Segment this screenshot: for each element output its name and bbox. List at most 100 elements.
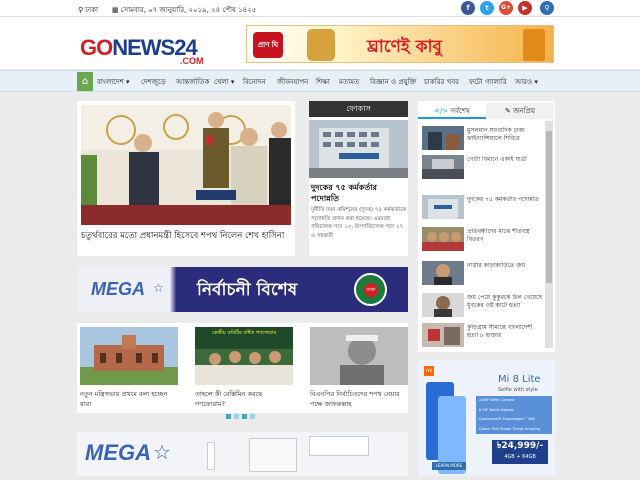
header-advertisement[interactable]: প্রাণ ঘি ঘ্রাণেই কাবু [246, 25, 554, 63]
sidebar-news-title[interactable]: দুদকের ৭৫ কর্মকর্তার পদোন্নতি [467, 196, 543, 218]
nav-item-sports[interactable]: খেলা ▾ [214, 76, 234, 88]
focus-story-summary: দুর্নীতি দমন কমিশনের (দুদক) ৭৫ কর্মকর্তা… [311, 207, 407, 239]
sidebar-news-item[interactable]: প্রতিবন্ধীদের মাঝে শীতবস্ত্র বিতরণ [422, 227, 542, 251]
top-bar: ⚲ ঢাকা ▦ সোমবার, ০৭ জানুয়ারি, ২০১৯, ২৪ পৌ… [0, 0, 640, 17]
news-thumbnail [422, 195, 464, 219]
small-news-image[interactable] [80, 327, 178, 385]
poster-text: কেন্দ্রীয় কমিটির বর্ধিত গণফোরাম [211, 330, 277, 336]
main-nav: ⌂ বাংলাদেশ ▾ দেশজুড়ে আন্তর্জাতিক খেলা ▾… [0, 70, 640, 92]
facebook-icon[interactable]: f [461, 1, 475, 15]
ad-learn-more-button[interactable]: LEARN MORE [432, 462, 466, 470]
election-special-banner[interactable]: MEGA ☆ নির্বাচনী বিশেষ ঢাকা [77, 267, 408, 312]
small-news-image[interactable] [310, 327, 408, 385]
phone-image [426, 382, 466, 474]
twitter-icon[interactable]: t [480, 1, 494, 15]
nav-item-country[interactable]: দেশজুড়ে [141, 76, 166, 88]
small-news-image[interactable]: কেন্দ্রীয় কমিটির বর্ধিত গণফোরাম [195, 327, 293, 385]
news-thumbnail [422, 261, 464, 285]
sidebar-news-title[interactable]: নাস্তার কাড়াকাড়িতে জয় [467, 262, 543, 284]
lead-story-image[interactable] [81, 105, 291, 225]
small-news-row: নতুন মন্ত্রিসভায় প্রথমে বলা হচ্ছেন যারা… [77, 323, 408, 413]
edit-icon: ✎ [505, 107, 511, 115]
focus-story-headline[interactable]: দুদকের ৭৫ কর্মকর্তার পদোন্নতি [311, 182, 407, 204]
focus-story[interactable]: দুদকের ৭৫ কর্মকর্তার পদোন্নতি দুর্নীতি দ… [309, 117, 408, 256]
ad-variant: 4GB + 64GB [504, 454, 536, 460]
ad-product-image [307, 29, 335, 61]
mega-brand: MEGA [91, 279, 145, 299]
lead-story-headline[interactable]: চতুর্থবারের মতো প্রধানমন্ত্রী হিসেবে শপথ… [81, 230, 291, 243]
logo-com: .COM [180, 56, 204, 66]
carousel-dot[interactable] [242, 414, 247, 419]
sidebar-news-item[interactable]: দুদকের ৭৫ কর্মকর্তার পদোন্নতি [422, 195, 542, 219]
sidebar-news-item[interactable]: কুড়িগ্রাম সীমান্তে বাংলাদেশী হত্যা ৮ হা… [422, 323, 542, 347]
nav-item-lifestyle[interactable]: জীবনযাপন [277, 76, 308, 88]
sidebar-news-title[interactable]: প্রতিবন্ধীদের মাঝে শীতবস্ত্র বিতরণ [467, 228, 543, 250]
location-text: ঢাকা [85, 6, 99, 14]
oath-ceremony-photo [81, 105, 291, 225]
carousel-dot[interactable] [226, 414, 231, 419]
news-thumbnail [422, 155, 464, 179]
sidebar-news-item[interactable]: নাস্তার কাড়াকাড়িতে জয় [422, 261, 542, 285]
ad-price: ৳24,999/- [496, 441, 544, 451]
sidebar-news-item[interactable]: জয় পেয়ে কুকুরকে চিল খেয়েছে যুবকের ওষ্… [422, 293, 542, 317]
small-news-title[interactable]: বিএনপির নির্বাচিতদের শপথ নেয়ার পক্ষে জা… [310, 389, 408, 409]
tab-popular-label: জনপ্রিয় [513, 107, 535, 115]
home-icon[interactable]: ⌂ [77, 72, 93, 91]
youtube-icon[interactable]: ▶ [518, 1, 532, 15]
sidebar-news-title[interactable]: জয় পেয়ে কুকুরকে চিল খেয়েছে যুবকের ওষ্… [467, 294, 543, 316]
sidebar-news-item[interactable]: গোটা বিমানে একাই যাত্রী [422, 155, 542, 179]
nav-item-education[interactable]: শিক্ষা [316, 76, 330, 88]
sidebar-news-title[interactable]: কুড়িগ্রাম সীমান্তে বাংলাদেশী হত্যা ৮ হা… [467, 324, 543, 346]
small-news-card[interactable]: বিএনপির নির্বাচিতদের শপথ নেয়ার পক্ষে জা… [310, 327, 408, 409]
portrait-photo [310, 327, 408, 385]
sidebar-tabs: </> সর্বশেষ ✎ জনপ্রিয় [418, 103, 554, 119]
news-thumbnail [422, 227, 464, 251]
carousel-dot[interactable] [250, 414, 255, 419]
location: ⚲ ঢাকা [78, 4, 98, 16]
google-plus-icon[interactable]: G+ [499, 1, 513, 15]
scrollbar-thumb[interactable] [546, 131, 552, 283]
mi-logo: mi [424, 366, 434, 376]
calendar-icon: ▦ [112, 6, 119, 14]
tab-popular[interactable]: ✎ জনপ্রিয় [486, 103, 554, 119]
nav-item-bangladesh[interactable]: বাংলাদেশ ▾ [97, 76, 130, 88]
code-icon: </> [434, 107, 449, 115]
focus-story-image[interactable] [309, 120, 408, 178]
nav-item-jobs[interactable]: চাকরির খবর [424, 76, 459, 88]
mega-brand: MEGA [85, 440, 151, 465]
sidebar-news-item[interactable]: মুসলমান সাংবাদিক ঢাকা ফাইন্যান্সিয়ালে শ… [422, 126, 542, 150]
focus-section-label: ফোকাস [309, 101, 408, 117]
location-pin-icon: ⚲ [78, 6, 84, 14]
small-news-card[interactable]: নতুন মন্ত্রিসভায় প্রথমে বলা হচ্ছেন যারা [80, 327, 178, 409]
carousel-dot[interactable] [234, 414, 239, 419]
ad-product-tin [523, 29, 545, 61]
ad-tagline: Selfie with style [498, 387, 538, 393]
ad-features: 24MP Selfie Camera 6.26" Notch Display Q… [476, 396, 552, 434]
news-thumbnail [422, 323, 464, 347]
election-badge: ঢাকা [354, 273, 387, 306]
sidebar-scrollbar[interactable] [545, 121, 553, 348]
nav-item-science-tech[interactable]: বিজ্ঞান ও প্রযুক্তি [370, 76, 416, 88]
remote-image [207, 442, 215, 470]
small-news-title[interactable]: নতুন মন্ত্রিসভায় প্রথমে বলা হচ্ছেন যারা [80, 389, 178, 409]
nav-item-more[interactable]: আরও ▾ [515, 76, 538, 88]
nav-item-entertainment[interactable]: বিনোদন [243, 76, 266, 88]
small-news-title[interactable]: তাহলে কী বেক্সিমিন করছে গণফোরাম? [195, 389, 293, 409]
tab-latest[interactable]: </> সর্বশেষ [418, 103, 486, 119]
side-advertisement[interactable]: mi Mi 8 Lite Selfie with style 24MP Self… [418, 360, 555, 476]
nav-item-opinion[interactable]: মতামত [339, 76, 359, 88]
search-icon[interactable]: ⚲ [540, 1, 554, 15]
fort-photo [80, 327, 178, 385]
lead-story[interactable]: চতুর্থবারের মতো প্রধানমন্ত্রী হিসেবে শপথ… [77, 101, 295, 256]
ad-price-box: ৳24,999/- 4GB + 64GB [492, 440, 548, 464]
small-news-card[interactable]: কেন্দ্রীয় কমিটির বর্ধিত গণফোরাম তাহলে ক… [195, 327, 293, 409]
site-logo[interactable]: GONEWS24 .COM [80, 35, 204, 66]
bottom-advertisement[interactable]: MEGA ☆ [77, 432, 408, 476]
sidebar-news-title[interactable]: মুসলমান সাংবাদিক ঢাকা ফাইন্যান্সিয়ালে শ… [467, 127, 543, 149]
site-header: GONEWS24 .COM প্রাণ ঘি ঘ্রাণেই কাবু [0, 17, 640, 69]
ad-brand-logo: প্রাণ ঘি [253, 32, 283, 58]
sidebar-news-title[interactable]: গোটা বিমানে একাই যাত্রী [467, 156, 543, 178]
news-thumbnail [422, 293, 464, 317]
nav-item-international[interactable]: আন্তর্জাতিক [176, 76, 209, 88]
nav-item-photo-gallery[interactable]: ফটো গ্যালারি [469, 76, 507, 88]
